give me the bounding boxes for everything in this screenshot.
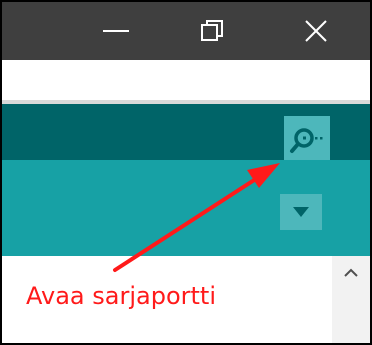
menu-bar [2, 60, 370, 100]
serial-monitor-button[interactable] [284, 116, 330, 162]
minimize-icon [103, 30, 129, 32]
toolbar [2, 104, 370, 162]
serial-monitor-icon [290, 128, 323, 153]
chevron-up-icon [344, 268, 358, 277]
annotation-label: Avaa sarjaportti [26, 282, 216, 310]
minimize-button[interactable] [76, 2, 156, 60]
scroll-up-button[interactable] [338, 260, 364, 286]
chevron-down-icon [293, 207, 309, 217]
tabs-bar [2, 160, 370, 256]
close-button[interactable] [276, 2, 356, 60]
tab-menu-button[interactable] [280, 194, 322, 230]
restore-icon [201, 20, 223, 41]
close-icon [305, 20, 327, 42]
vertical-scrollbar[interactable] [332, 256, 370, 343]
restore-button[interactable] [172, 2, 252, 60]
title-bar [2, 2, 370, 60]
